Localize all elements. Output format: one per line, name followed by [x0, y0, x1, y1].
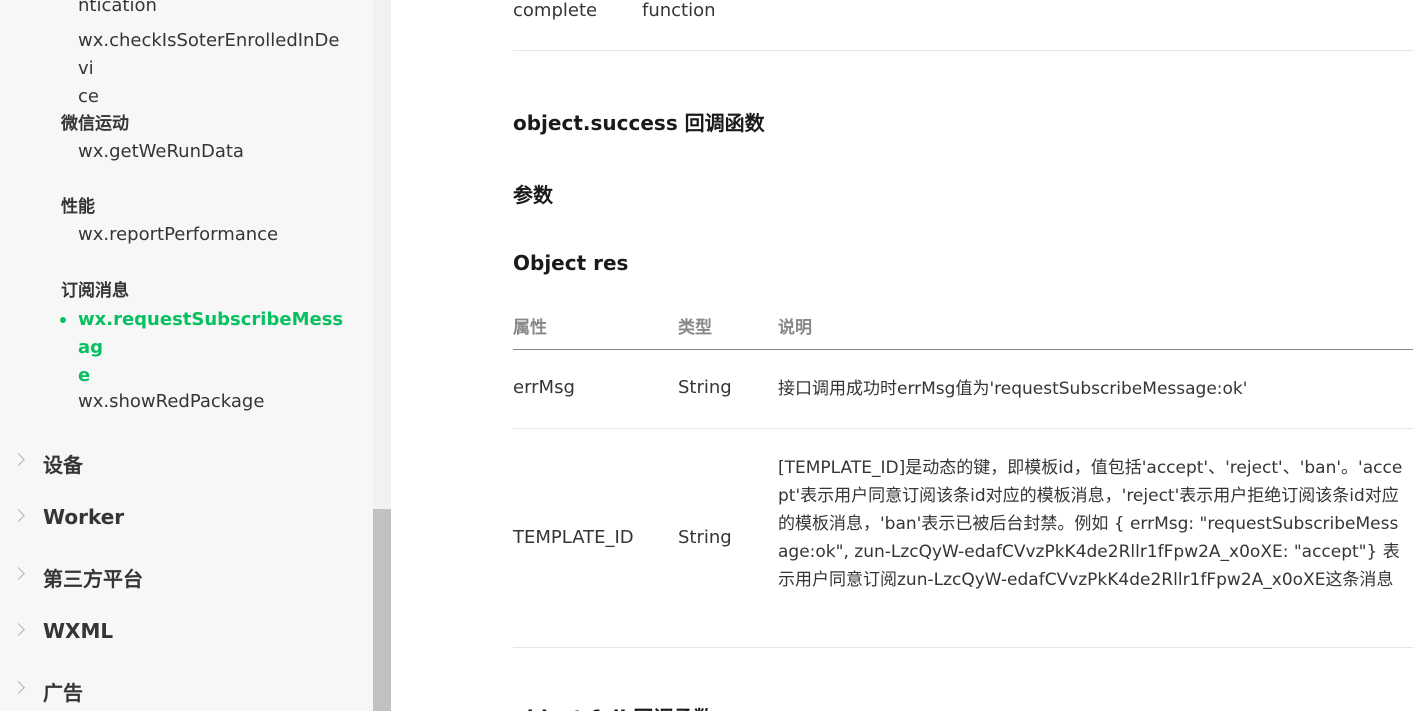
sidebar-category-third-party[interactable]: 第三方平台 [0, 557, 373, 597]
sidebar-item-label: wx.checkIsSoterEnrolledInDevi [78, 30, 340, 79]
table-cell-property: errMsg [513, 377, 575, 398]
sidebar-category-wxml[interactable]: WXML [0, 613, 373, 653]
table-header-type: 类型 [678, 318, 712, 338]
sidebar-item-get-werun-data[interactable]: wx.getWeRunData [78, 138, 348, 166]
table-header-divider [513, 349, 1413, 350]
chevron-right-icon [12, 509, 25, 522]
sidebar-item-request-subscribe-message[interactable]: wx.requestSubscribeMessag e [78, 306, 348, 390]
sidebar-group-performance: 性能 [61, 197, 95, 217]
chevron-right-icon [12, 567, 25, 580]
sidebar-category-label: 第三方平台 [43, 567, 143, 591]
divider [513, 50, 1413, 51]
table-header-description: 说明 [778, 318, 812, 338]
object-res-heading: Object res [513, 251, 629, 275]
sidebar-category-ads[interactable]: 广告 [0, 671, 373, 711]
sidebar-item-show-red-package[interactable]: wx.showRedPackage [78, 388, 348, 416]
sidebar: ntication wx.checkIsSoterEnrolledInDevi … [0, 0, 373, 711]
param-row-complete: complete function [513, 0, 716, 21]
table-cell-description: 接口调用成功时errMsg值为'requestSubscribeMessage:… [778, 379, 1248, 399]
table-cell-description: [TEMPLATE_ID]是动态的键，即模板id，值包括'accept'、're… [778, 458, 1403, 590]
scrollbar-thumb[interactable] [373, 509, 391, 711]
sidebar-item-facial-verify[interactable]: ntication [78, 0, 348, 20]
param-name: complete [513, 0, 598, 21]
sidebar-item-report-performance[interactable]: wx.reportPerformance [78, 221, 348, 249]
table-cell-property: TEMPLATE_ID [513, 527, 634, 548]
fail-callback-heading: object.fail 回调函数 [513, 702, 713, 711]
table-cell-type: String [678, 527, 732, 548]
divider [513, 647, 1413, 648]
doc-content: complete function object.success 回调函数 参数… [391, 0, 1420, 711]
sidebar-category-device[interactable]: 设备 [0, 443, 373, 483]
sidebar-group-werun: 微信运动 [61, 114, 129, 134]
table-header-property: 属性 [513, 318, 547, 338]
sidebar-item-check-soter[interactable]: wx.checkIsSoterEnrolledInDevi ce [78, 27, 348, 111]
sidebar-scrollbar[interactable] [373, 0, 391, 711]
sidebar-group-subscribe: 订阅消息 [61, 281, 129, 301]
params-heading: 参数 [513, 183, 553, 207]
sidebar-category-label: WXML [43, 619, 114, 643]
sidebar-category-worker[interactable]: Worker [0, 499, 373, 539]
chevron-right-icon [12, 453, 25, 466]
sidebar-category-label: 广告 [43, 681, 83, 705]
sidebar-item-label-wrap: ce [78, 86, 99, 107]
success-callback-heading: object.success 回调函数 [513, 111, 765, 135]
table-cell-type: String [678, 377, 732, 398]
sidebar-category-label: Worker [43, 505, 125, 529]
active-indicator-dot [60, 317, 66, 323]
sidebar-item-label-wrap: e [78, 365, 91, 386]
chevron-right-icon [12, 681, 25, 694]
sidebar-category-label: 设备 [43, 453, 83, 477]
chevron-right-icon [12, 623, 25, 636]
divider [513, 428, 1413, 429]
sidebar-item-label: wx.requestSubscribeMessag [78, 309, 344, 358]
param-type: function [642, 0, 716, 21]
